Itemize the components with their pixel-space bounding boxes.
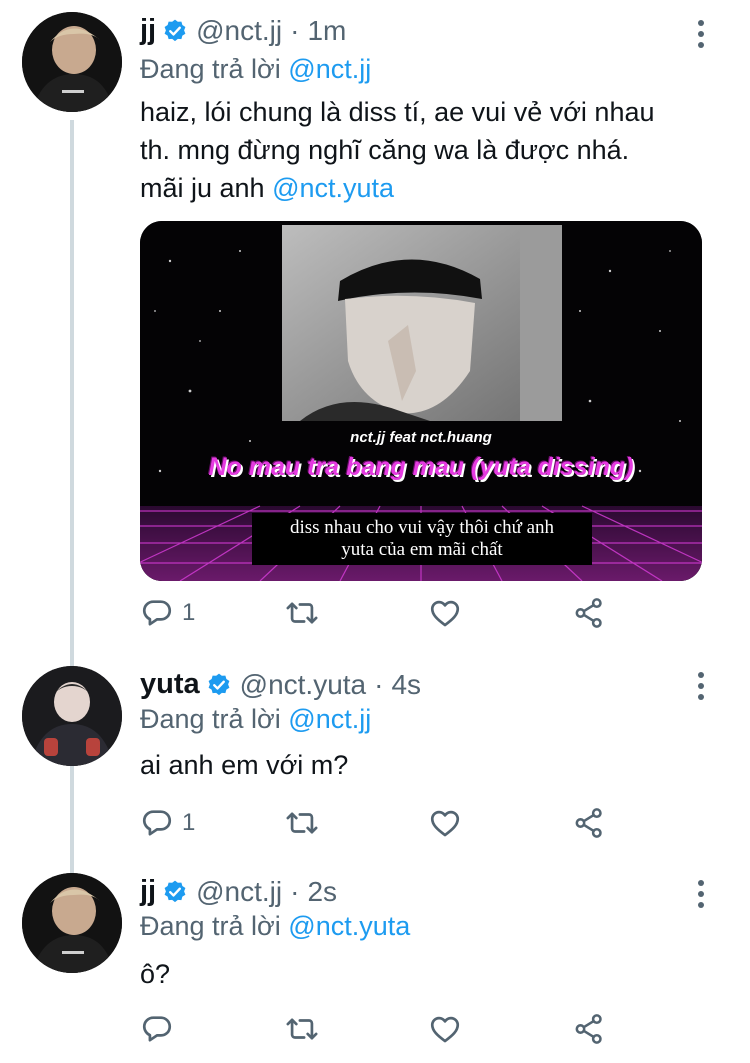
replying-to-label: Đang trả lời [140, 704, 281, 734]
tweet-text-fragment: mãi ju anh [140, 173, 265, 203]
tweet-media-image[interactable]: nct.jj feat nct.huang No mau tra bang ma… [140, 221, 702, 581]
tweet-text: ô? [140, 959, 171, 989]
reply-to-mention[interactable]: @nct.yuta [288, 911, 410, 941]
tweet-text-line: mãi ju anh @nct.yuta [140, 169, 720, 207]
reply-count: 1 [182, 809, 196, 836]
reply-icon [140, 1012, 174, 1046]
mention-link[interactable]: @nct.yuta [272, 173, 394, 203]
like-icon [428, 1012, 462, 1046]
replying-to-label: Đang trả lời [140, 54, 281, 84]
replying-to: Đang trả lời @nct.jj [140, 704, 371, 735]
username-handle[interactable]: @nct.jj [196, 876, 282, 908]
separator-dot: · [290, 875, 300, 907]
tweet-3-actions [140, 1012, 620, 1052]
tweet-text: haiz, lói chung là diss tí, ae vui vẻ vớ… [140, 93, 720, 207]
thread-connector-line [70, 120, 74, 880]
reply-button[interactable]: 1 [140, 806, 195, 840]
avatar-yuta-image [22, 666, 122, 766]
retweet-icon [285, 1012, 319, 1046]
tweet-text-line: haiz, lói chung là diss tí, ae vui vẻ vớ… [140, 97, 655, 127]
reply-to-mention[interactable]: @nct.jj [288, 704, 371, 734]
avatar-jj-image [22, 873, 122, 973]
retweet-icon [285, 806, 319, 840]
retweet-button[interactable] [285, 1012, 319, 1046]
replying-to: Đang trả lời @nct.jj [140, 54, 371, 85]
tweet-2-header: yuta @nct.yuta · 4s [140, 668, 421, 701]
reply-count: 1 [182, 599, 196, 626]
like-icon [428, 806, 462, 840]
retweet-button[interactable] [285, 806, 319, 840]
replying-to-label: Đang trả lời [140, 911, 281, 941]
like-button[interactable] [428, 1012, 462, 1046]
timestamp[interactable]: 1m [307, 15, 346, 47]
separator-dot: · [290, 14, 300, 46]
tweet-3-header: jj @nct.jj · 2s [140, 875, 337, 908]
tweet-text: ai anh em với m? [140, 750, 349, 780]
media-subtitle: No mau tra bang mau (yuta dissing) [208, 453, 634, 481]
reply-icon [140, 596, 174, 630]
media-title: nct.jj feat nct.huang [350, 429, 492, 446]
more-options-icon[interactable] [696, 20, 706, 50]
reply-button[interactable]: 1 [140, 596, 195, 630]
share-icon [572, 806, 606, 840]
display-name[interactable]: jj [140, 14, 156, 47]
like-icon [428, 596, 462, 630]
reply-button[interactable] [140, 1012, 182, 1046]
share-button[interactable] [572, 806, 606, 840]
like-button[interactable] [428, 806, 462, 840]
reply-to-mention[interactable]: @nct.jj [288, 54, 371, 84]
tweet-1-header: jj @nct.jj · 1m [140, 14, 346, 47]
media-caption-line: yuta của em mãi chất [341, 539, 503, 560]
more-options-icon[interactable] [696, 880, 706, 910]
verified-badge-icon [206, 672, 232, 698]
media-caption: diss nhau cho vui vậy thôi chứ anh yuta … [252, 517, 592, 561]
reply-icon [140, 806, 174, 840]
tweet-2-actions: 1 [140, 806, 620, 846]
tweet-1-actions: 1 [140, 596, 620, 636]
avatar-jj[interactable] [22, 873, 122, 973]
avatar-jj[interactable] [22, 12, 122, 112]
verified-badge-icon [162, 879, 188, 905]
tweet-text-line: th. mng đừng nghĩ căng wa là được nhá. [140, 135, 630, 165]
verified-badge-icon [162, 18, 188, 44]
share-button[interactable] [572, 596, 606, 630]
timestamp[interactable]: 4s [391, 669, 421, 701]
replying-to: Đang trả lời @nct.yuta [140, 911, 410, 942]
display-name[interactable]: jj [140, 875, 156, 908]
share-button[interactable] [572, 1012, 606, 1046]
timestamp[interactable]: 2s [307, 876, 337, 908]
more-options-icon[interactable] [696, 672, 706, 702]
media-caption-line: diss nhau cho vui vậy thôi chứ anh [289, 517, 555, 538]
separator-dot: · [374, 668, 384, 700]
share-icon [572, 596, 606, 630]
retweet-icon [285, 596, 319, 630]
avatar-jj-image [22, 12, 122, 112]
display-name[interactable]: yuta [140, 668, 200, 701]
share-icon [572, 1012, 606, 1046]
like-button[interactable] [428, 596, 462, 630]
username-handle[interactable]: @nct.yuta [240, 669, 366, 701]
username-handle[interactable]: @nct.jj [196, 15, 282, 47]
retweet-button[interactable] [285, 596, 319, 630]
avatar-yuta[interactable] [22, 666, 122, 766]
